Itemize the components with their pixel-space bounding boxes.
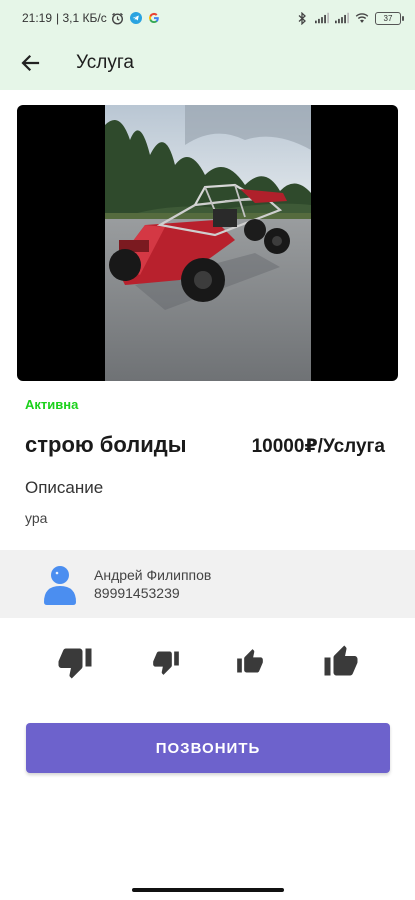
page-title: Услуга	[76, 52, 134, 73]
status-network-speed: | 3,1 КБ/с	[56, 11, 107, 25]
thumb-up-small-button[interactable]	[232, 640, 268, 684]
signal-1-icon	[315, 11, 329, 25]
thumb-down-large-icon	[58, 648, 92, 679]
app-bar: Услуга	[0, 36, 415, 90]
battery-indicator: 37	[375, 11, 404, 25]
telegram-icon	[129, 11, 143, 25]
owner-card: Андрей Филиппов 89991453239	[0, 550, 415, 618]
person-icon	[44, 566, 76, 605]
service-status-badge: Активна	[25, 397, 79, 412]
thumb-down-small-button[interactable]	[148, 640, 184, 684]
status-time: 21:19	[22, 11, 53, 25]
thumb-up-small-icon	[237, 649, 263, 673]
description-label: Описание	[25, 478, 104, 497]
service-name: строю болиды	[25, 432, 187, 457]
signal-2-icon	[335, 11, 349, 25]
call-button[interactable]: ПОЗВОНИТЬ	[26, 723, 390, 773]
thumb-down-large-button[interactable]	[52, 640, 98, 684]
buggy-car-image	[105, 105, 311, 381]
thumb-up-large-button[interactable]	[318, 640, 364, 684]
rating-row	[0, 640, 415, 688]
service-price: 10000₽/Услуга	[251, 436, 385, 457]
alarm-icon	[111, 11, 125, 25]
bluetooth-icon	[295, 11, 309, 25]
thumb-up-large-icon	[324, 645, 358, 676]
owner-name: Андрей Филиппов	[94, 567, 212, 583]
service-photo[interactable]	[17, 105, 398, 381]
arrow-back-icon	[21, 54, 40, 72]
owner-phone[interactable]: 89991453239	[94, 585, 211, 601]
google-icon	[147, 11, 161, 25]
status-bar: 21:19 | 3,1 КБ/с 37	[0, 0, 415, 36]
wifi-icon	[355, 11, 369, 25]
home-indicator[interactable]	[132, 888, 284, 892]
back-button[interactable]	[6, 39, 54, 87]
thumb-down-small-icon	[153, 651, 179, 675]
description-text: ура	[25, 510, 48, 526]
